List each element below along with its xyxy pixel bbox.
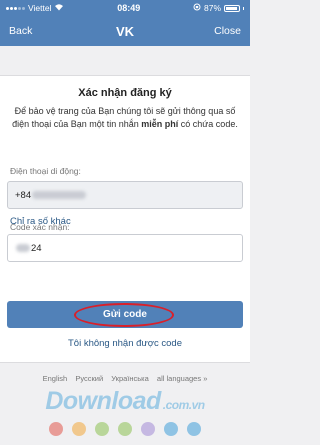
code-redacted	[16, 244, 30, 252]
lock-rotation-icon	[193, 3, 201, 13]
wifi-icon	[54, 3, 64, 13]
watermark-dot	[164, 422, 178, 436]
lang-english[interactable]: English	[43, 374, 68, 383]
watermark-dot	[187, 422, 201, 436]
status-left: Viettel	[6, 3, 64, 13]
status-time: 08:49	[117, 3, 141, 13]
description-tail: có chứa code.	[178, 119, 238, 129]
phone-label: Điện thoại di động:	[10, 166, 81, 176]
send-code-button[interactable]: Gửi code	[7, 301, 243, 328]
code-suffix: 24	[31, 242, 42, 254]
watermark-dot	[72, 422, 86, 436]
watermark-logo: Download .com.vn	[0, 386, 250, 416]
watermark-dot	[95, 422, 109, 436]
confirmation-card: Xác nhận đăng ký Để bảo vệ trang của Bạn…	[0, 75, 250, 363]
card-title: Xác nhận đăng ký	[78, 87, 172, 99]
phone-field[interactable]: +84	[7, 181, 243, 209]
code-input[interactable]: 24	[7, 234, 243, 262]
watermark-dot	[141, 422, 155, 436]
phone-redacted	[32, 191, 87, 199]
signal-icon	[6, 6, 25, 10]
battery-percent: 87%	[203, 3, 221, 13]
battery-icon	[224, 4, 240, 12]
nav-bar: Back VK Close	[0, 16, 250, 46]
language-list: English Русский Українська all languages…	[0, 374, 250, 383]
watermark-dot	[118, 422, 132, 436]
status-right: 87%	[193, 3, 244, 13]
card-description: Để bảo vệ trang của Bạn chúng tôi sẽ gửi…	[10, 105, 240, 131]
back-button[interactable]: Back	[9, 25, 32, 37]
watermark-dots	[0, 422, 250, 436]
watermark-suffix: .com.vn	[162, 398, 205, 412]
description-free: miễn phí	[141, 119, 179, 129]
phone-prefix: +84	[15, 189, 32, 201]
lang-russian[interactable]: Русский	[75, 374, 103, 383]
code-label: Code xác nhận:	[10, 222, 70, 232]
no-code-link[interactable]: Tôi không nhận được code	[0, 338, 250, 349]
lang-ukrainian[interactable]: Українська	[111, 374, 149, 383]
nav-title: VK	[115, 23, 135, 39]
close-button[interactable]: Close	[214, 25, 241, 37]
watermark-dot	[49, 422, 63, 436]
lang-all[interactable]: all languages »	[157, 374, 207, 383]
battery-cap	[243, 6, 244, 10]
status-bar: Viettel 08:49 87%	[0, 0, 250, 16]
watermark-text: Download	[45, 386, 161, 415]
carrier-label: Viettel	[28, 3, 52, 13]
